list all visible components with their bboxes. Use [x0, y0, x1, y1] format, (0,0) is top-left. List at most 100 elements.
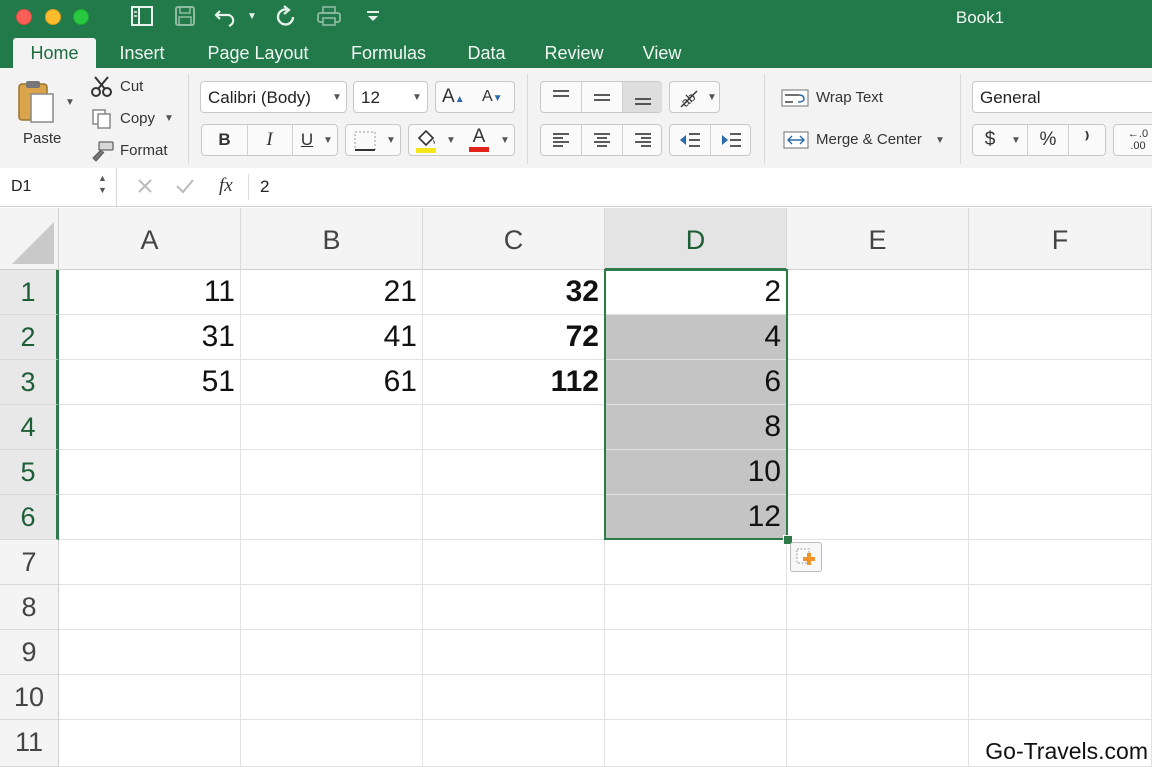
- tab-view[interactable]: View: [634, 38, 690, 68]
- cell-d11[interactable]: [605, 720, 787, 767]
- merge-center-icon[interactable]: [783, 130, 809, 150]
- column-header-c[interactable]: C: [423, 208, 605, 270]
- cell-e11[interactable]: [787, 720, 969, 767]
- increase-indent-icon[interactable]: [711, 125, 751, 155]
- row-header-6[interactable]: 6: [0, 495, 59, 540]
- borders-button[interactable]: ▼: [345, 124, 401, 156]
- confirm-entry-icon[interactable]: [174, 176, 196, 196]
- print-icon[interactable]: [316, 5, 342, 31]
- cell-f2[interactable]: [969, 315, 1152, 360]
- zoom-window-button[interactable]: [73, 9, 89, 25]
- cell-b5[interactable]: [241, 450, 423, 495]
- fill-color-icon[interactable]: [414, 128, 438, 154]
- customize-toolbar-icon[interactable]: [360, 5, 386, 31]
- cell-a11[interactable]: [59, 720, 241, 767]
- name-box[interactable]: D1 ▲ ▼: [0, 168, 117, 206]
- row-header-11[interactable]: 11: [0, 720, 59, 767]
- cell-c11[interactable]: [423, 720, 605, 767]
- currency-button[interactable]: $: [973, 125, 1007, 155]
- cell-f4[interactable]: [969, 405, 1152, 450]
- insert-function-button[interactable]: fx: [219, 175, 233, 197]
- cell-d8[interactable]: [605, 585, 787, 630]
- merge-center-dropdown-icon[interactable]: ▼: [935, 135, 945, 146]
- increase-decimal-button[interactable]: ←.0 .00: [1113, 124, 1152, 156]
- cell-b10[interactable]: [241, 675, 423, 720]
- font-size-select[interactable]: 12 ▼: [353, 81, 428, 113]
- cell-b1[interactable]: 21: [241, 270, 423, 315]
- column-header-a[interactable]: A: [59, 208, 241, 270]
- copy-dropdown-icon[interactable]: ▼: [164, 113, 174, 124]
- underline-dropdown-icon[interactable]: ▼: [323, 135, 333, 146]
- cell-f9[interactable]: [969, 630, 1152, 675]
- cell-a2[interactable]: 31: [59, 315, 241, 360]
- cell-a3[interactable]: 51: [59, 360, 241, 405]
- row-header-10[interactable]: 10: [0, 675, 59, 720]
- cell-d3[interactable]: 6: [605, 360, 787, 405]
- cell-c8[interactable]: [423, 585, 605, 630]
- merge-center-button[interactable]: Merge & Center: [816, 131, 922, 148]
- cell-a8[interactable]: [59, 585, 241, 630]
- cell-c4[interactable]: [423, 405, 605, 450]
- cell-d2[interactable]: 4: [605, 315, 787, 360]
- close-window-button[interactable]: [16, 9, 32, 25]
- percent-button[interactable]: %: [1027, 125, 1069, 155]
- cell-c5[interactable]: [423, 450, 605, 495]
- cell-f6[interactable]: [969, 495, 1152, 540]
- wrap-text-button[interactable]: Wrap Text: [816, 89, 883, 106]
- currency-dropdown-icon[interactable]: ▼: [1011, 135, 1021, 146]
- minimize-window-button[interactable]: [45, 9, 61, 25]
- decrease-indent-icon[interactable]: [670, 125, 711, 155]
- cut-icon[interactable]: [90, 76, 114, 98]
- cell-b11[interactable]: [241, 720, 423, 767]
- cell-c1[interactable]: 32: [423, 270, 605, 315]
- italic-button[interactable]: I: [247, 125, 293, 155]
- font-color-dropdown-icon[interactable]: ▼: [500, 135, 510, 146]
- row-header-8[interactable]: 8: [0, 585, 59, 630]
- align-top-icon[interactable]: [541, 82, 582, 112]
- cell-d7[interactable]: [605, 540, 787, 585]
- cell-e9[interactable]: [787, 630, 969, 675]
- tab-page-layout[interactable]: Page Layout: [198, 38, 318, 68]
- cell-c6[interactable]: [423, 495, 605, 540]
- paste-icon[interactable]: [16, 78, 58, 124]
- font-color-button[interactable]: A: [467, 126, 491, 154]
- tab-data[interactable]: Data: [459, 38, 514, 68]
- column-header-d[interactable]: D: [605, 208, 787, 270]
- cell-a10[interactable]: [59, 675, 241, 720]
- cell-e6[interactable]: [787, 495, 969, 540]
- cell-b3[interactable]: 61: [241, 360, 423, 405]
- row-header-9[interactable]: 9: [0, 630, 59, 675]
- cell-d10[interactable]: [605, 675, 787, 720]
- cell-a9[interactable]: [59, 630, 241, 675]
- cell-f5[interactable]: [969, 450, 1152, 495]
- cell-b7[interactable]: [241, 540, 423, 585]
- row-header-3[interactable]: 3: [0, 360, 59, 405]
- wrap-text-icon[interactable]: [781, 88, 809, 108]
- align-right-icon[interactable]: [623, 125, 662, 155]
- undo-dropdown-icon[interactable]: ▼: [247, 11, 257, 22]
- cell-f8[interactable]: [969, 585, 1152, 630]
- cell-f10[interactable]: [969, 675, 1152, 720]
- save-icon[interactable]: [172, 5, 198, 31]
- cell-b8[interactable]: [241, 585, 423, 630]
- cell-d1[interactable]: 2: [605, 270, 787, 315]
- cell-e10[interactable]: [787, 675, 969, 720]
- cell-b4[interactable]: [241, 405, 423, 450]
- tab-insert[interactable]: Insert: [109, 38, 175, 68]
- cell-c7[interactable]: [423, 540, 605, 585]
- cancel-entry-icon[interactable]: [135, 176, 155, 196]
- copy-icon[interactable]: [91, 108, 113, 130]
- formula-input[interactable]: 2: [260, 177, 269, 197]
- cell-d6[interactable]: 12: [605, 495, 787, 540]
- row-header-4[interactable]: 4: [0, 405, 59, 450]
- column-header-e[interactable]: E: [787, 208, 969, 270]
- tab-home[interactable]: Home: [13, 38, 96, 68]
- cell-d5[interactable]: 10: [605, 450, 787, 495]
- auto-fill-options-button[interactable]: [790, 542, 822, 572]
- select-all-button[interactable]: [0, 208, 59, 270]
- comma-style-button[interactable]: ⁾: [1068, 125, 1106, 155]
- row-header-2[interactable]: 2: [0, 315, 59, 360]
- cell-c9[interactable]: [423, 630, 605, 675]
- paste-button-label[interactable]: Paste: [23, 130, 61, 147]
- cell-d4[interactable]: 8: [605, 405, 787, 450]
